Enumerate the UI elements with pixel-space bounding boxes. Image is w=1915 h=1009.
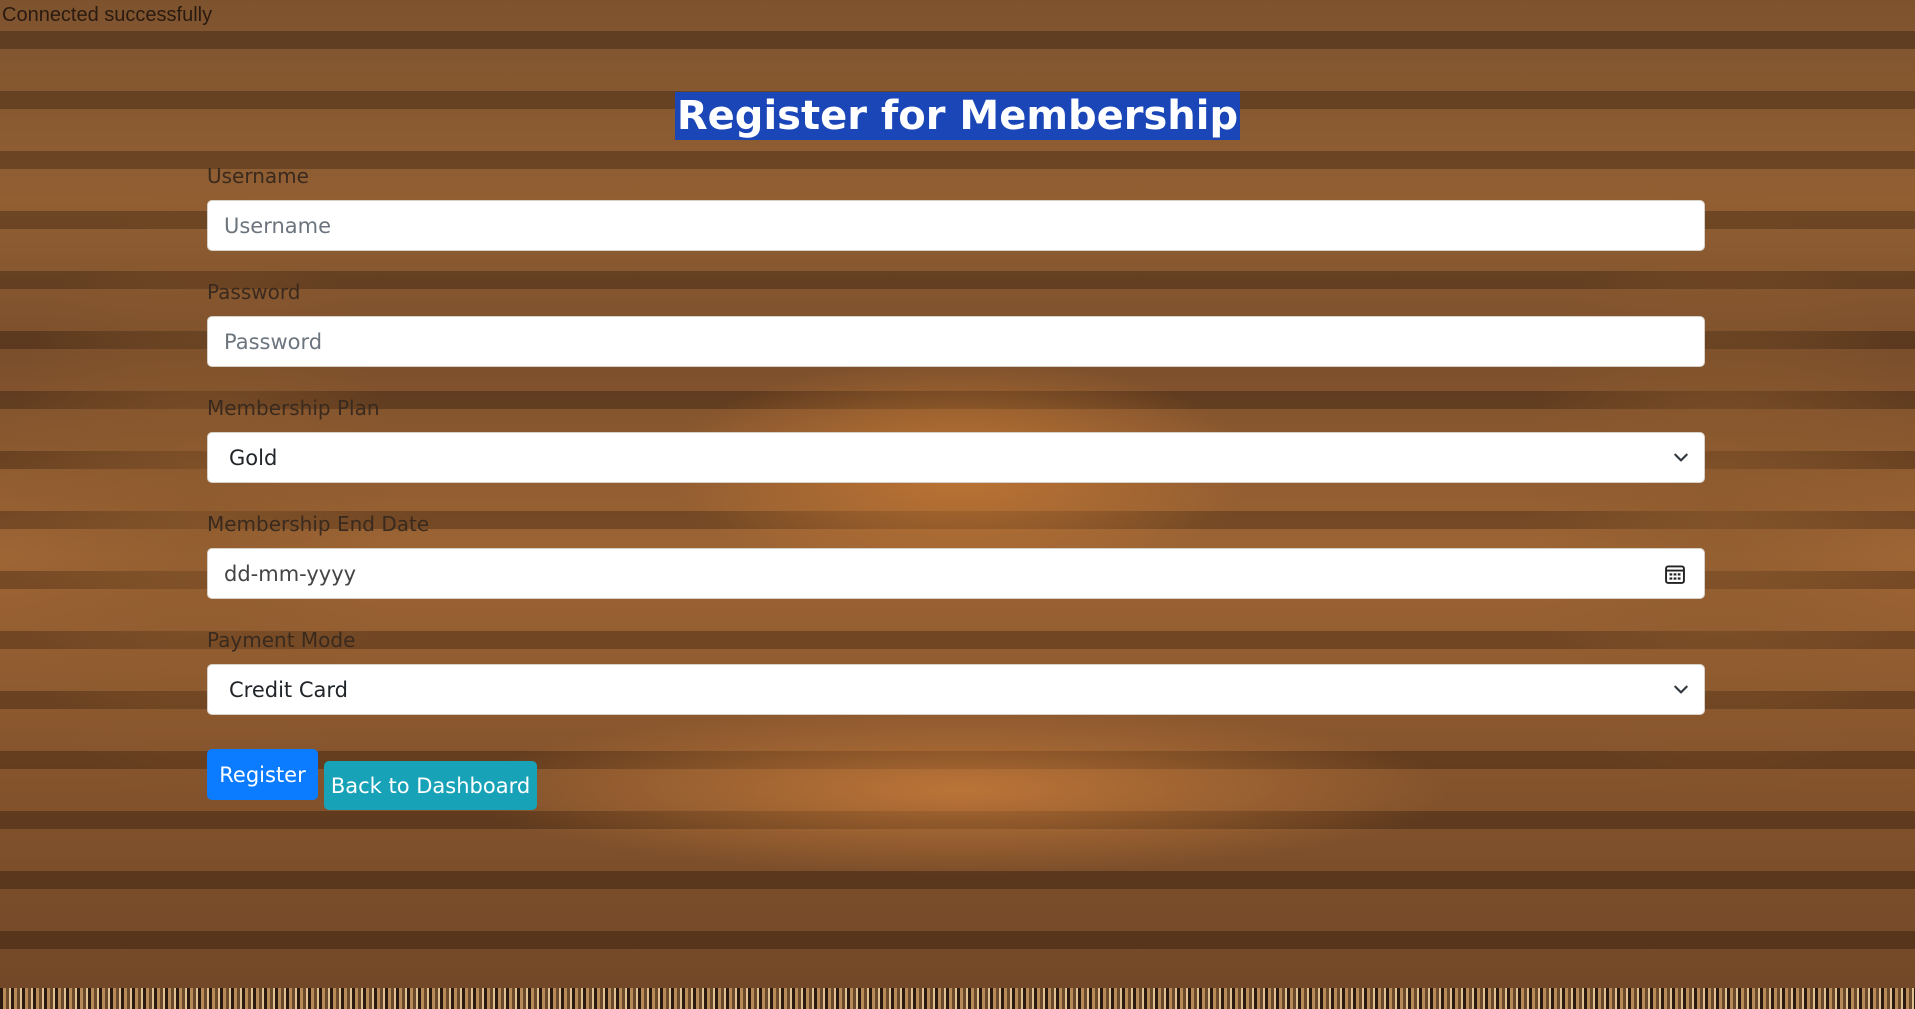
library-background [0,0,1915,1009]
connection-status: Connected successfully [2,4,213,26]
password-group: Password Password [207,276,1705,367]
chevron-down-icon [1674,453,1688,462]
membership-plan-group: Membership Plan Gold [207,392,1705,483]
calendar-icon[interactable] [1664,563,1686,585]
membership-end-date-placeholder: dd-mm-yyyy [224,561,357,586]
username-group: Username Username [207,160,1705,251]
payment-mode-label: Payment Mode [207,628,356,652]
payment-mode-value: Credit Card [229,677,348,702]
username-label: Username [207,164,309,188]
membership-end-date-group: Membership End Date dd-mm-yyyy [207,508,1705,599]
register-button[interactable]: Register [207,749,318,800]
membership-end-date-input[interactable]: dd-mm-yyyy [207,548,1705,599]
page-title-text: Register for Membership [674,92,1241,140]
payment-mode-select[interactable]: Credit Card [207,664,1705,715]
membership-plan-value: Gold [229,445,278,470]
password-placeholder: Password [224,329,323,354]
payment-mode-group: Payment Mode Credit Card [207,624,1705,715]
password-input[interactable]: Password [207,316,1705,367]
bookshelf-strip [0,988,1915,1009]
username-input[interactable]: Username [207,200,1705,251]
chevron-down-icon [1674,685,1688,694]
password-label: Password [207,280,301,304]
username-placeholder: Username [224,213,332,238]
membership-end-date-label: Membership End Date [207,512,430,536]
page-title: Register for Membership [0,92,1915,140]
membership-plan-label: Membership Plan [207,396,380,420]
membership-plan-select[interactable]: Gold [207,432,1705,483]
back-to-dashboard-button[interactable]: Back to Dashboard [324,761,537,810]
